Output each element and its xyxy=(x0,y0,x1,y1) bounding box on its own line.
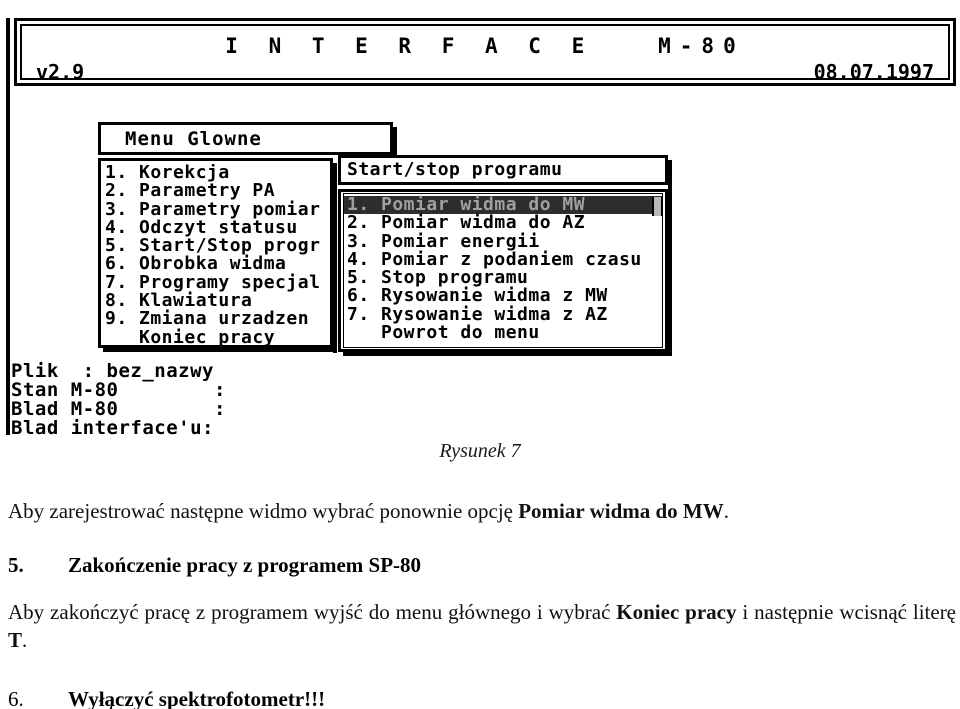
submenu-item[interactable]: 2. Pomiar widma do AZ xyxy=(347,213,662,232)
submenu-shadow-right xyxy=(668,160,672,352)
document-body: Rysunek 7 Aby zarejestrować następne wid… xyxy=(0,435,960,709)
heading-section-6: 6. Wyłączyć spektrofotometr!!! xyxy=(8,687,956,709)
heading-5-text: Zakończenie pracy z programem SP-80 xyxy=(68,553,422,577)
paragraph-1-prefix: Aby zarejestrować następne widmo wybrać … xyxy=(8,499,519,523)
app-title: I N T E R F A C E M-80 xyxy=(225,34,745,58)
paragraph-2-bold-option: Koniec pracy xyxy=(616,600,737,624)
submenu-list-box[interactable]: 1. Pomiar widma do MW 2. Pomiar widma do … xyxy=(338,189,668,352)
terminal-screenshot: I N T E R F A C E M-80 v2.9 08.07.1997 M… xyxy=(0,0,960,438)
main-menu-item[interactable]: 2. Parametry PA xyxy=(105,182,330,201)
page-root: I N T E R F A C E M-80 v2.9 08.07.1997 M… xyxy=(0,0,960,709)
submenu-scrollbar-thumb[interactable] xyxy=(652,197,663,216)
submenu-title: Start/stop programu xyxy=(347,159,563,180)
paragraph-2-bold-key: T xyxy=(8,628,23,652)
figure-caption: Rysunek 7 xyxy=(439,440,521,462)
heading-6-text: Wyłączyć spektrofotometr!!! xyxy=(68,687,326,709)
paragraph-1-bold-option: Pomiar widma do MW xyxy=(518,499,724,523)
submenu-title-box: Start/stop programu xyxy=(338,155,668,185)
main-menu-item[interactable]: Koniec pracy xyxy=(105,328,330,347)
submenu-list-inner: 1. Pomiar widma do MW 2. Pomiar widma do … xyxy=(343,193,663,348)
submenu-item[interactable]: Powrot do menu xyxy=(347,323,662,342)
submenu-shadow-bottom xyxy=(343,352,672,356)
paragraph-2-prefix: Aby zakończyć pracę z programem wyjść do… xyxy=(8,600,617,624)
paragraph-2-suffix: . xyxy=(22,628,28,652)
app-version: v2.9 xyxy=(36,60,85,84)
heading-6-number: 6. xyxy=(8,687,24,709)
paragraph-exit-program: Aby zakończyć pracę z programem wyjść do… xyxy=(8,598,956,654)
main-menu-items: 1. Korekcja 2. Parametry PA 3. Parametry p… xyxy=(105,164,330,347)
main-menu-list-shadow-bottom xyxy=(103,348,337,352)
header-banner: I N T E R F A C E M-80 v2.9 08.07.1997 xyxy=(14,18,956,86)
paragraph-1-suffix: . xyxy=(723,499,730,523)
heading-section-5: 5. Zakończenie pracy z programem SP-80 xyxy=(8,553,956,578)
submenu-items: 1. Pomiar widma do MW 2. Pomiar widma do … xyxy=(344,195,662,342)
status-line: Blad interface'u: xyxy=(11,417,214,439)
main-menu-item[interactable]: 9. Zmiana urzadzen xyxy=(105,310,330,329)
header-banner-inner: I N T E R F A C E M-80 v2.9 08.07.1997 xyxy=(20,24,950,84)
screen-left-edge xyxy=(6,18,10,435)
heading-5-number: 5. xyxy=(8,553,24,577)
paragraph-register-next-spectrum: Aby zarejestrować następne widmo wybrać … xyxy=(8,497,956,525)
main-menu-list-shadow-right xyxy=(333,163,337,353)
main-menu-list-box[interactable]: 1. Korekcja 2. Parametry PA 3. Parametry p… xyxy=(98,158,333,348)
main-menu-title: Menu Glowne xyxy=(125,128,262,150)
app-date: 08.07.1997 xyxy=(813,60,934,84)
status-panel: Plik : bez_nazwy Stan M-80 : Blad M-80 : Bl… xyxy=(11,362,226,438)
main-menu-title-box: Menu Glowne xyxy=(98,122,393,155)
paragraph-2-mid: i następnie wcisnąć literę xyxy=(736,600,957,624)
